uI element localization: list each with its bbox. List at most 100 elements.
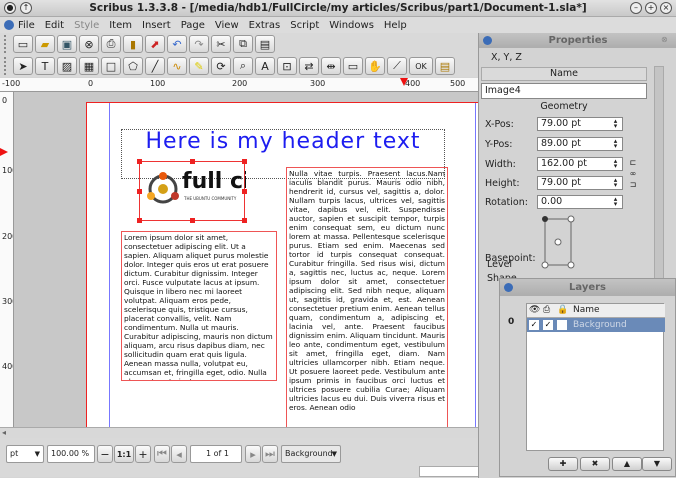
layer-lock-checkbox[interactable]: [557, 320, 567, 330]
page-select[interactable]: 1 of 1: [190, 445, 242, 463]
resize-handle[interactable]: [190, 218, 195, 223]
undo-icon[interactable]: ↶: [167, 35, 187, 53]
resize-handle[interactable]: [242, 218, 247, 223]
horizontal-ruler[interactable]: -100 0 100 200 300 400 500: [0, 78, 478, 92]
text-frame-icon[interactable]: T: [35, 57, 55, 75]
level-label[interactable]: Level: [487, 259, 512, 270]
eyedropper-icon[interactable]: ⟋: [387, 57, 407, 75]
select-tool-icon[interactable]: ➤: [13, 57, 33, 75]
menu-file[interactable]: File: [18, 20, 35, 31]
document-page[interactable]: Here is my header text full circ THE UBU…: [86, 102, 478, 427]
pdf-export-icon[interactable]: ⬈: [145, 35, 165, 53]
height-input[interactable]: 79.00 pt ▴ ▾: [537, 176, 623, 190]
menu-script[interactable]: Script: [290, 20, 319, 31]
cut-icon[interactable]: ✂: [211, 35, 231, 53]
resize-handle[interactable]: [137, 218, 142, 223]
layer-print-checkbox[interactable]: ✓: [543, 320, 553, 330]
minimize-icon[interactable]: –: [630, 2, 642, 14]
freehand-icon[interactable]: ✎: [189, 57, 209, 75]
close-icon[interactable]: ×: [660, 2, 672, 14]
edit-text-icon[interactable]: ⊡: [277, 57, 297, 75]
layer-visible-checkbox[interactable]: ✓: [529, 320, 539, 330]
layer-select[interactable]: Background ▼: [281, 445, 341, 463]
image-frame-icon[interactable]: ▨: [57, 57, 77, 75]
toolbar-grip[interactable]: [4, 57, 10, 75]
properties-scrollbar[interactable]: [654, 66, 664, 286]
resize-handle[interactable]: [190, 159, 195, 164]
menu-item[interactable]: Item: [109, 20, 132, 31]
close-doc-icon[interactable]: ⊗: [79, 35, 99, 53]
copy-properties-icon[interactable]: ✋: [365, 57, 385, 75]
measure-icon[interactable]: ▭: [343, 57, 363, 75]
horizontal-scrollbar[interactable]: ◂: [0, 427, 478, 438]
rotation-input[interactable]: 0.00 ▴ ▾: [537, 195, 623, 209]
vertical-ruler[interactable]: 0 100 200 300 400: [0, 92, 14, 427]
rotate-icon[interactable]: ⟳: [211, 57, 231, 75]
resize-handle[interactable]: [137, 159, 142, 164]
polygon-icon[interactable]: ⬠: [123, 57, 143, 75]
resize-handle[interactable]: [242, 159, 247, 164]
layers-title: Layers: [500, 279, 675, 296]
layer-row[interactable]: ✓ ✓ Background: [527, 318, 665, 332]
menu-page[interactable]: Page: [181, 20, 205, 31]
height-label: Height:: [485, 178, 520, 189]
maximize-icon[interactable]: +: [645, 2, 657, 14]
name-input[interactable]: Image4: [481, 83, 647, 99]
table-icon[interactable]: ▦: [79, 57, 99, 75]
zoom-out-icon[interactable]: −: [97, 445, 113, 463]
zoom-ratio-button[interactable]: 1:1: [114, 445, 134, 463]
zoom-icon[interactable]: ⌕: [233, 57, 253, 75]
left-text-frame[interactable]: Lorem ipsum dolor sit amet, consectetuer…: [121, 231, 277, 381]
chain-link-icon[interactable]: ⊏ ∞ ⊐: [629, 157, 637, 191]
last-page-icon[interactable]: ⏭: [262, 445, 278, 463]
document-canvas[interactable]: Here is my header text full circ THE UBU…: [14, 92, 478, 427]
unit-select[interactable]: pt ▼: [6, 445, 44, 463]
bezier-icon[interactable]: ∿: [167, 57, 187, 75]
menu-windows[interactable]: Windows: [329, 20, 374, 31]
redo-icon[interactable]: ↷: [189, 35, 209, 53]
logo-tagline: THE UBUNTU COMMUNITY: [184, 196, 237, 201]
logo-image-frame[interactable]: full circ THE UBUNTU COMMUNITY: [137, 159, 247, 223]
edit-contents-icon[interactable]: A: [255, 57, 275, 75]
menu-style[interactable]: Style: [74, 20, 99, 31]
ypos-input[interactable]: 89.00 pt ▴ ▾: [537, 137, 623, 151]
right-text-frame[interactable]: Nulla vitae turpis. Praesent lacus.Nam i…: [286, 167, 448, 427]
scroll-left-icon[interactable]: ◂: [2, 428, 6, 437]
add-layer-button[interactable]: ✚: [548, 457, 578, 471]
menu-insert[interactable]: Insert: [142, 20, 171, 31]
preflight-icon[interactable]: ▮: [123, 35, 143, 53]
resize-handle[interactable]: [137, 189, 142, 194]
lower-layer-button[interactable]: ▼: [642, 457, 672, 471]
print-icon[interactable]: ⎙: [101, 35, 121, 53]
copy-icon[interactable]: ⧉: [233, 35, 253, 53]
basepoint-selector-icon[interactable]: [539, 211, 579, 271]
ok-button[interactable]: OK: [409, 57, 433, 75]
menu-help[interactable]: Help: [384, 20, 407, 31]
line-icon[interactable]: ╱: [145, 57, 165, 75]
pdf-tools-icon[interactable]: ▤: [435, 57, 455, 75]
paste-icon[interactable]: ▤: [255, 35, 275, 53]
next-page-icon[interactable]: ▸: [245, 445, 261, 463]
raise-layer-button[interactable]: ▲: [612, 457, 642, 471]
menu-extras[interactable]: Extras: [249, 20, 281, 31]
delete-layer-button[interactable]: ✖: [580, 457, 610, 471]
rectangle-icon[interactable]: □: [101, 57, 121, 75]
xyz-tab[interactable]: X, Y, Z: [491, 52, 522, 63]
open-icon[interactable]: ▰: [35, 35, 55, 53]
width-input[interactable]: 162.00 pt ▴ ▾: [537, 157, 623, 171]
palette-close-icon[interactable]: ⊗: [661, 35, 668, 44]
first-page-icon[interactable]: ⏮: [154, 445, 170, 463]
new-document-icon[interactable]: ▭: [13, 35, 33, 53]
toolbar-grip[interactable]: [4, 35, 10, 53]
menu-edit[interactable]: Edit: [45, 20, 64, 31]
zoom-in-icon[interactable]: +: [135, 445, 151, 463]
prev-page-icon[interactable]: ◂: [171, 445, 187, 463]
layers-header: 👁 ⎙ 🔒 Name: [527, 304, 665, 318]
unlink-frames-icon[interactable]: ⇹: [321, 57, 341, 75]
link-frames-icon[interactable]: ⇄: [299, 57, 319, 75]
xpos-input[interactable]: 79.00 pt ▴ ▾: [537, 117, 623, 131]
zoom-field[interactable]: 100.00 %: [47, 445, 95, 463]
menu-view[interactable]: View: [215, 20, 239, 31]
save-icon[interactable]: ▣: [57, 35, 77, 53]
ruler-label: 300: [2, 297, 13, 306]
